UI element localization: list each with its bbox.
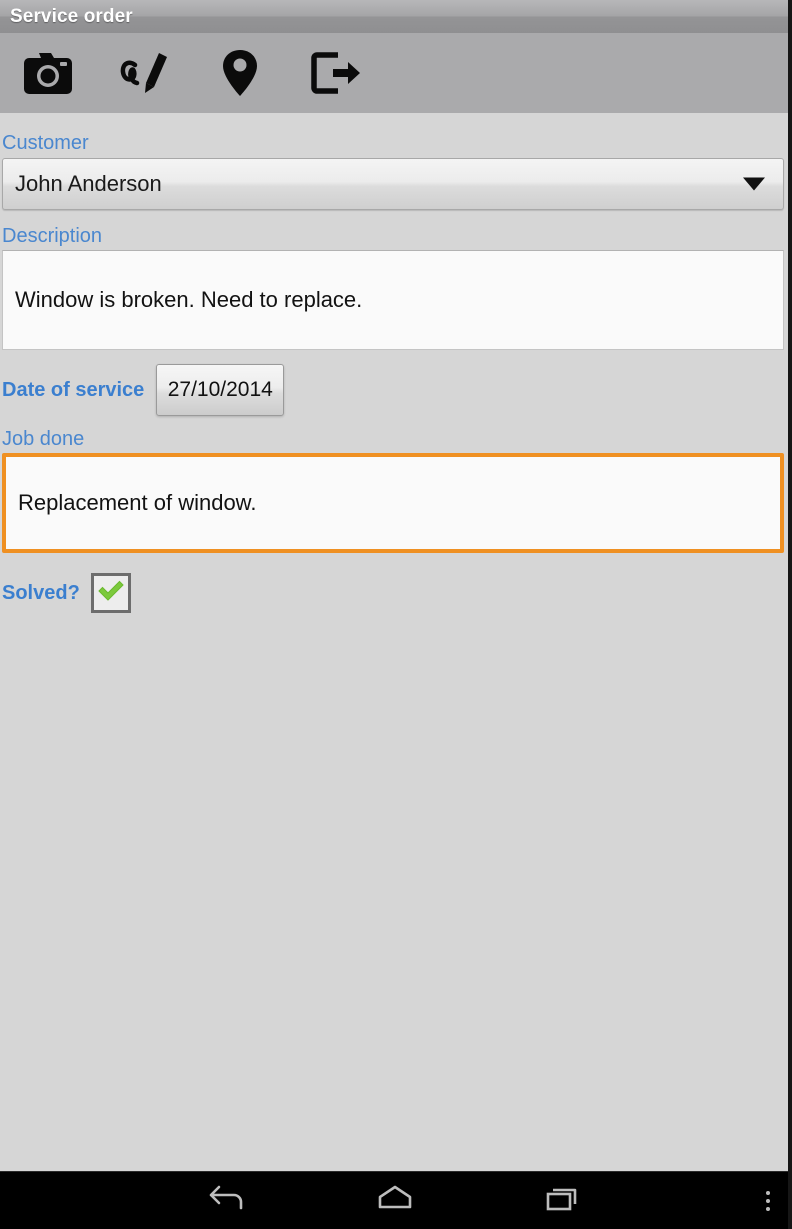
recents-icon	[544, 1183, 582, 1218]
chevron-down-icon	[743, 177, 765, 191]
description-label: Description	[2, 225, 103, 247]
back-button[interactable]	[143, 1172, 311, 1229]
location-button[interactable]	[192, 33, 288, 113]
overflow-menu-button[interactable]	[766, 1190, 770, 1211]
window-title: Service order	[10, 5, 133, 27]
overflow-icon	[766, 1198, 770, 1203]
customer-spinner[interactable]: John Anderson	[2, 158, 784, 210]
android-navigation-bar	[0, 1171, 788, 1229]
service-order-form: Customer John Anderson Description Windo…	[0, 113, 788, 1171]
export-button[interactable]	[288, 33, 384, 113]
camera-icon	[21, 51, 75, 95]
back-icon	[208, 1183, 246, 1218]
customer-label: Customer	[2, 132, 89, 154]
recents-button[interactable]	[479, 1172, 647, 1229]
home-icon	[376, 1184, 414, 1217]
description-input[interactable]: Window is broken. Need to replace.	[2, 250, 784, 350]
job-done-input[interactable]: Replacement of window.	[2, 453, 784, 553]
customer-value: John Anderson	[15, 171, 162, 196]
location-icon	[221, 48, 259, 98]
overflow-icon	[766, 1206, 770, 1211]
date-of-service-value: 27/10/2014	[167, 378, 273, 401]
job-done-value: Replacement of window.	[18, 490, 257, 515]
description-value: Window is broken. Need to replace.	[15, 287, 363, 312]
title-bar: Service order	[0, 0, 788, 33]
solved-checkbox[interactable]	[90, 573, 131, 613]
action-toolbar	[0, 33, 788, 113]
check-icon	[97, 579, 125, 608]
signature-icon	[116, 49, 172, 97]
job-done-label: Job done	[2, 428, 85, 450]
solved-row: Solved?	[0, 573, 131, 613]
date-of-service-label: Date of service	[2, 378, 145, 401]
date-of-service-row: Date of service 27/10/2014	[0, 361, 782, 419]
overflow-icon	[766, 1190, 770, 1195]
export-icon	[309, 50, 363, 96]
home-button[interactable]	[311, 1172, 479, 1229]
camera-button[interactable]	[0, 33, 96, 113]
app-window: Service order Customer John Anderson Des…	[0, 0, 792, 1229]
date-picker-button[interactable]: 27/10/2014	[156, 364, 285, 416]
signature-button[interactable]	[96, 33, 192, 113]
solved-label: Solved?	[2, 581, 80, 604]
